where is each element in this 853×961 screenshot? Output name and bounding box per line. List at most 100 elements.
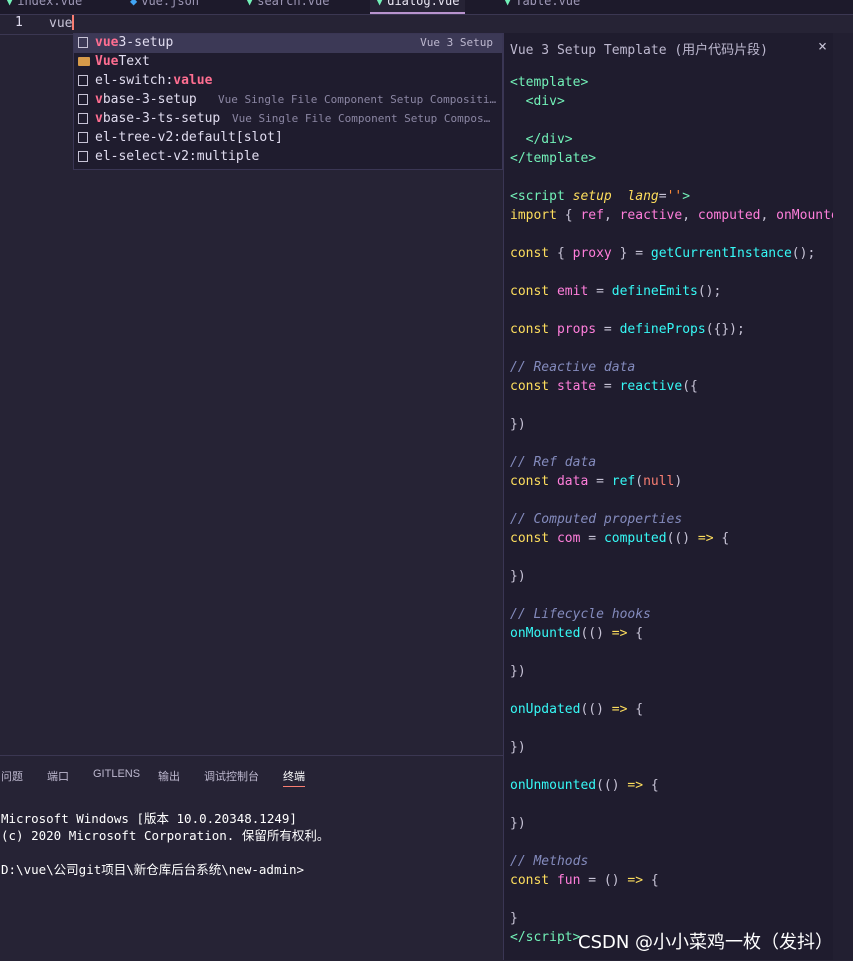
suggestion-label: vue3-setup [95,35,173,50]
terminal-prompt[interactable]: D:\vue\公司git项目\新仓库后台系统\new-admin> [1,859,304,878]
suggestion-item[interactable]: vbase-3-ts-setup Vue Single File Compone… [74,110,502,129]
current-line-highlight [0,14,853,35]
code-token: } = [611,246,651,261]
code-token: lang [627,189,659,204]
panel-tab-problems[interactable]: 问题 [1,768,23,784]
rest-text: alue [181,73,213,88]
code-token: => [627,873,644,888]
suggestion-item[interactable]: el-switch:value [74,72,502,91]
code-line: // Lifecycle hooks [510,607,651,622]
code-line: onMounted(() => { [510,626,643,641]
code-token: // Reactive data [510,360,636,375]
code-token: = [658,189,667,204]
snippet-icon [78,94,88,105]
tab-dialog-vue[interactable]: ▼ dialog.vue [370,0,466,14]
vue-file-icon: ▼ [246,0,254,8]
panel-tab-debug-console[interactable]: 调试控制台 [204,768,259,784]
code-line: }) [510,417,526,432]
code-token: computed [603,531,667,546]
code-token: => [627,778,644,793]
code-token: state [549,379,597,394]
panel-tab-gitlens[interactable]: GITLENS [93,768,140,780]
code-token: { [549,246,573,261]
panel-tab-terminal[interactable]: 终端 [283,768,305,787]
code-line: <script setup lang=''> [510,189,690,204]
tab-index-vue[interactable]: ▼ index.vue [0,0,88,14]
match-text: v [95,92,103,107]
suggestion-item[interactable]: VueText [74,53,502,72]
code-token: onMounted [510,626,581,641]
tab-search-vue[interactable]: ▼ search.vue [240,0,335,14]
code-line: </script> [510,930,580,945]
code-line: <template> [510,75,588,90]
code-token: const [510,379,550,394]
code-token: getCurrentInstance [650,246,792,261]
panel-tab-ports[interactable]: 端口 [47,768,69,784]
code-token: <script [510,189,573,204]
panel-tab-output[interactable]: 输出 [158,768,180,784]
tab-label: vue.json [141,0,200,8]
code-token: </template> [510,151,597,166]
details-title: Vue 3 Setup Template (用户代码片段) [510,43,769,58]
folder-icon [78,57,90,66]
label-text: base-3-ts-setup [102,111,221,126]
code-line: }) [510,664,526,679]
code-token: > [682,189,691,204]
suggestion-label: el-switch:value [95,73,212,88]
code-token: { [713,531,730,546]
code-line: }) [510,740,526,755]
suggestion-item[interactable]: el-tree-v2:default[slot] [74,129,502,148]
tab-table-vue[interactable]: ▼ Table.vue [498,0,586,14]
code-token: }) [510,417,526,432]
code-line: </template> [510,151,596,166]
code-line: import { ref, reactive, computed, onMoun… [510,208,833,223]
code-token: const [510,873,550,888]
code-token: ref [580,208,604,223]
editor-text[interactable]: vue [49,15,75,31]
code-token: // Ref data [510,455,597,470]
tab-label: dialog.vue [387,0,460,8]
suggestion-label: vbase-3-setup [95,92,197,107]
code-line: const props = defineProps({}); [510,322,745,337]
code-token: } [510,911,518,926]
text-cursor [72,15,75,30]
code-token: setup [572,189,612,204]
suggestion-item[interactable]: vbase-3-setup Vue Single File Component … [74,91,502,110]
code-token: null [643,474,675,489]
label-text: base-3-setup [102,92,197,107]
code-token: (() [596,778,628,793]
code-token: => [611,626,628,641]
code-token: (() [580,626,612,641]
suggestion-detail: Vue Single File Component Setup Compos… [232,112,491,125]
code-token: defineEmits [611,284,698,299]
code-token: onUnmounted [510,778,597,793]
code-token: computed [697,208,761,223]
code-token: </div> [525,132,573,147]
vue-file-icon: ▼ [504,0,512,8]
close-icon[interactable]: × [818,37,827,55]
code-token: // Computed properties [510,512,683,527]
tab-vue-json[interactable]: ◆ vue.json [124,0,205,14]
code-token: (() [580,702,612,717]
code-token: const [510,474,550,489]
code-token: = [596,322,620,337]
code-line: // Computed properties [510,512,682,527]
tab-label: search.vue [257,0,330,8]
terminal-line: (c) 2020 Microsoft Corporation. 保留所有权利。 [1,828,330,843]
code-line: <div> [510,94,565,109]
rest-text: 3-setup [118,35,174,50]
code-line: const state = reactive({ [510,379,698,394]
suggestion-item[interactable]: el-select-v2:multiple [74,148,502,167]
code-token: const [510,531,550,546]
suggestion-item[interactable]: vue3-setup Vue 3 Setup [74,34,502,53]
match-text: Vue [95,54,119,69]
code-token: }) [510,569,526,584]
code-line: onUnmounted(() => { [510,778,659,793]
code-line: // Methods [510,854,588,869]
editor-scrollbar[interactable] [833,33,853,960]
code-token: , [760,208,777,223]
vue-file-icon: ▼ [6,0,14,8]
code-token: , [603,208,620,223]
suggestion-label: vbase-3-ts-setup [95,111,220,126]
